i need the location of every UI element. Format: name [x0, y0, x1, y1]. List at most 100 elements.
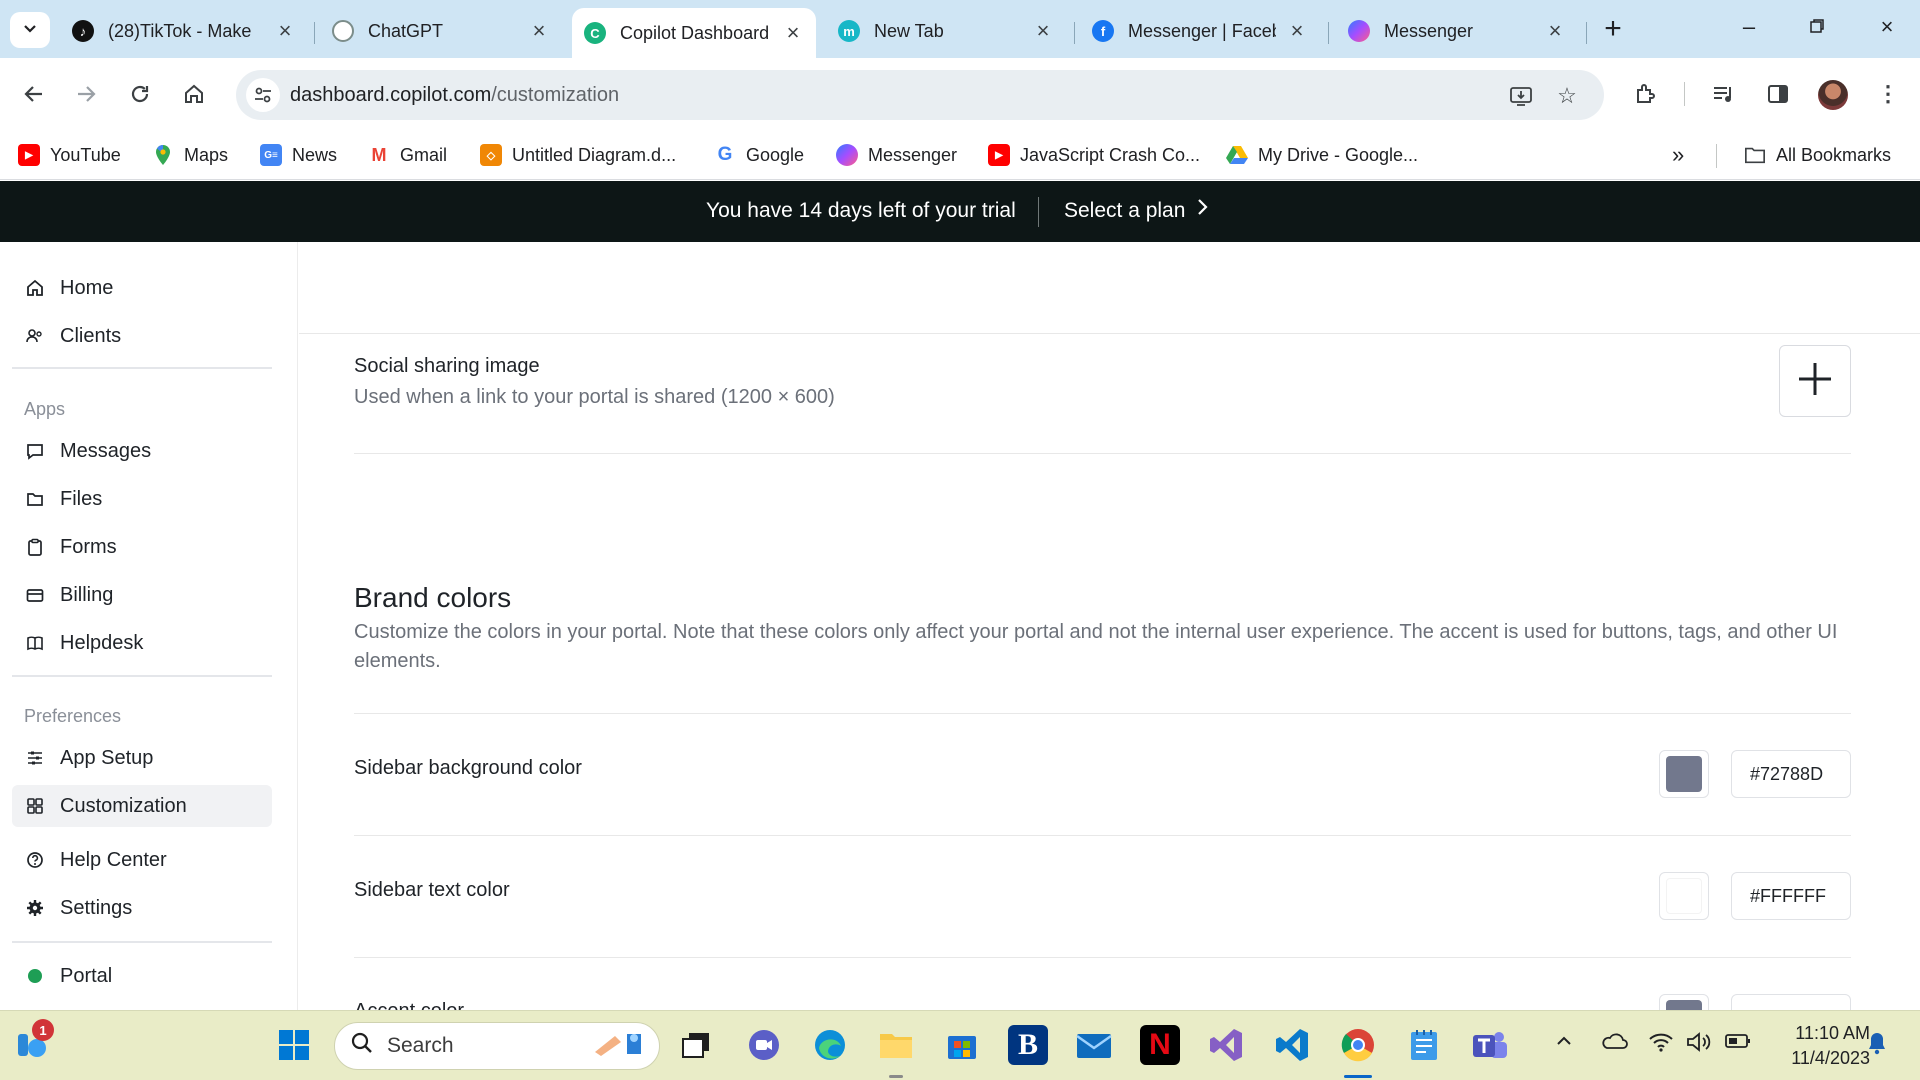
search-highlight-icon — [591, 1028, 647, 1064]
sidebar-item-files[interactable]: Files — [12, 478, 272, 520]
select-plan-link[interactable]: Select a plan — [1064, 199, 1185, 223]
tab-copilot-dashboard[interactable]: C Copilot Dashboard × — [572, 8, 816, 58]
tab-new-tab[interactable]: m New Tab × — [826, 10, 1066, 52]
install-app-icon[interactable] — [1508, 83, 1534, 109]
sidebar-item-home[interactable]: Home — [12, 267, 272, 309]
extensions-icon[interactable] — [1628, 76, 1664, 112]
media-controls-icon[interactable] — [1706, 76, 1742, 112]
reload-icon[interactable] — [122, 76, 158, 112]
sidebar-item-messages[interactable]: Messages — [12, 430, 272, 472]
sidebar-background-color-swatch[interactable] — [1659, 750, 1709, 798]
sidebar-background-color-input[interactable]: #72788D — [1731, 750, 1851, 798]
onedrive-icon[interactable] — [1600, 1031, 1628, 1057]
edge-icon[interactable] — [810, 1025, 850, 1065]
bookmark-star-icon[interactable]: ☆ — [1554, 83, 1580, 109]
sidebar-item-portal[interactable]: Portal — [12, 955, 272, 997]
bookmark-my-drive[interactable]: My Drive - Google... — [1226, 140, 1418, 170]
task-view-icon[interactable] — [676, 1025, 716, 1065]
sidebar-text-color-input[interactable]: #FFFFFF — [1731, 872, 1851, 920]
sidebar-item-app-setup[interactable]: App Setup — [12, 737, 272, 779]
section-divider — [354, 713, 1851, 714]
sidebar-item-helpdesk[interactable]: Helpdesk — [12, 622, 272, 664]
taskbar-search-box[interactable]: Search — [334, 1022, 660, 1070]
sidebar-item-customization[interactable]: Customization — [12, 785, 272, 827]
close-icon[interactable]: × — [1544, 18, 1566, 44]
wifi-icon[interactable] — [1648, 1031, 1674, 1059]
video-call-icon[interactable] — [744, 1025, 784, 1065]
mail-icon[interactable] — [1074, 1025, 1114, 1065]
add-social-image-button[interactable] — [1779, 345, 1851, 417]
more-bookmarks-icon[interactable]: » — [1672, 140, 1684, 170]
address-bar[interactable]: dashboard.copilot.com/customization ☆ — [236, 70, 1604, 120]
home-icon[interactable] — [176, 76, 212, 112]
back-icon[interactable] — [16, 76, 52, 112]
chevron-right-icon[interactable] — [1196, 196, 1210, 225]
bookmark-label: News — [292, 144, 338, 165]
tab-messenger[interactable]: Messenger × — [1336, 10, 1578, 52]
bookmark-news[interactable]: G≡ News — [260, 140, 337, 170]
more-menu-icon[interactable]: ⋮ — [1870, 76, 1906, 112]
bookmark-youtube[interactable]: ▶ YouTube — [18, 140, 121, 170]
tab-messenger-facebook[interactable]: f Messenger | Faceb × — [1080, 10, 1320, 52]
sidebar-item-forms[interactable]: Forms — [12, 526, 272, 568]
tab-title: Messenger — [1384, 20, 1474, 41]
url-text[interactable]: dashboard.copilot.com/customization — [290, 84, 619, 107]
bookmark-messenger[interactable]: Messenger — [836, 140, 957, 170]
microsoft-store-icon[interactable] — [942, 1025, 982, 1065]
m-icon: m — [838, 20, 860, 42]
profile-avatar[interactable] — [1818, 80, 1848, 110]
teams-icon[interactable] — [1470, 1025, 1510, 1065]
messenger-icon — [836, 144, 858, 166]
vscode-icon[interactable] — [1272, 1025, 1312, 1065]
file-explorer-icon[interactable] — [876, 1025, 916, 1065]
sidebar-item-label: Clients — [60, 324, 122, 347]
youtube-icon: ▶ — [18, 144, 40, 166]
chrome-icon[interactable] — [1338, 1025, 1378, 1065]
bookmark-label: My Drive - Google... — [1258, 144, 1419, 165]
all-bookmarks-button[interactable]: All Bookmarks — [1744, 140, 1891, 170]
sidebar-item-label: Help Center — [60, 848, 167, 871]
site-info-icon[interactable] — [246, 78, 280, 112]
bookmark-javascript-crash-course[interactable]: ▶ JavaScript Crash Co... — [988, 140, 1200, 170]
bookmarks-divider — [1716, 144, 1717, 168]
netflix-icon[interactable]: N — [1140, 1025, 1180, 1065]
minimize-icon[interactable]: – — [1734, 14, 1764, 40]
volume-icon[interactable] — [1686, 1031, 1712, 1059]
forward-icon[interactable] — [68, 76, 104, 112]
bookmark-maps[interactable]: Maps — [152, 140, 228, 170]
close-window-icon[interactable]: × — [1872, 14, 1902, 40]
bookmark-untitled-diagram[interactable]: ◇ Untitled Diagram.d... — [480, 140, 676, 170]
tab-tiktok[interactable]: ♪ (28)TikTok - Make × — [60, 10, 308, 52]
tab-chatgpt[interactable]: ChatGPT × — [320, 10, 562, 52]
visual-studio-icon[interactable] — [1206, 1025, 1246, 1065]
show-hidden-icons[interactable] — [1554, 1031, 1574, 1057]
close-icon[interactable]: × — [1032, 18, 1054, 44]
bookmark-google[interactable]: G Google — [714, 140, 804, 170]
card-icon — [24, 584, 46, 606]
new-tab-button[interactable]: + — [1598, 14, 1628, 44]
close-icon[interactable]: × — [274, 18, 296, 44]
sidebar-item-help-center[interactable]: Help Center — [12, 839, 272, 881]
system-clock[interactable]: 11:10 AM 11/4/2023 — [1770, 1021, 1870, 1071]
battery-icon[interactable] — [1724, 1031, 1752, 1057]
restore-icon[interactable] — [1802, 14, 1832, 40]
home-icon — [24, 277, 46, 299]
notification-bell-icon[interactable] — [1866, 1031, 1888, 1061]
bookmark-label: Google — [746, 144, 805, 165]
sidebar-item-clients[interactable]: Clients — [12, 315, 272, 357]
sidebar-text-color-swatch[interactable] — [1659, 872, 1709, 920]
notepad-icon[interactable] — [1404, 1025, 1444, 1065]
tab-search-button[interactable] — [10, 12, 50, 48]
start-icon[interactable] — [274, 1025, 314, 1065]
close-icon[interactable]: × — [1286, 18, 1308, 44]
side-panel-icon[interactable] — [1760, 76, 1796, 112]
accent-color-input[interactable] — [1731, 994, 1851, 1010]
close-icon[interactable]: × — [528, 18, 550, 44]
bookmark-gmail[interactable]: M Gmail — [368, 140, 448, 170]
close-icon[interactable]: × — [782, 20, 804, 46]
sidebar-item-billing[interactable]: Billing — [12, 574, 272, 616]
booking-icon[interactable]: B — [1008, 1025, 1048, 1065]
accent-color-swatch[interactable] — [1659, 994, 1709, 1010]
trial-banner: You have 14 days left of your trial Sele… — [0, 181, 1920, 242]
sidebar-item-settings[interactable]: Settings — [12, 887, 272, 929]
